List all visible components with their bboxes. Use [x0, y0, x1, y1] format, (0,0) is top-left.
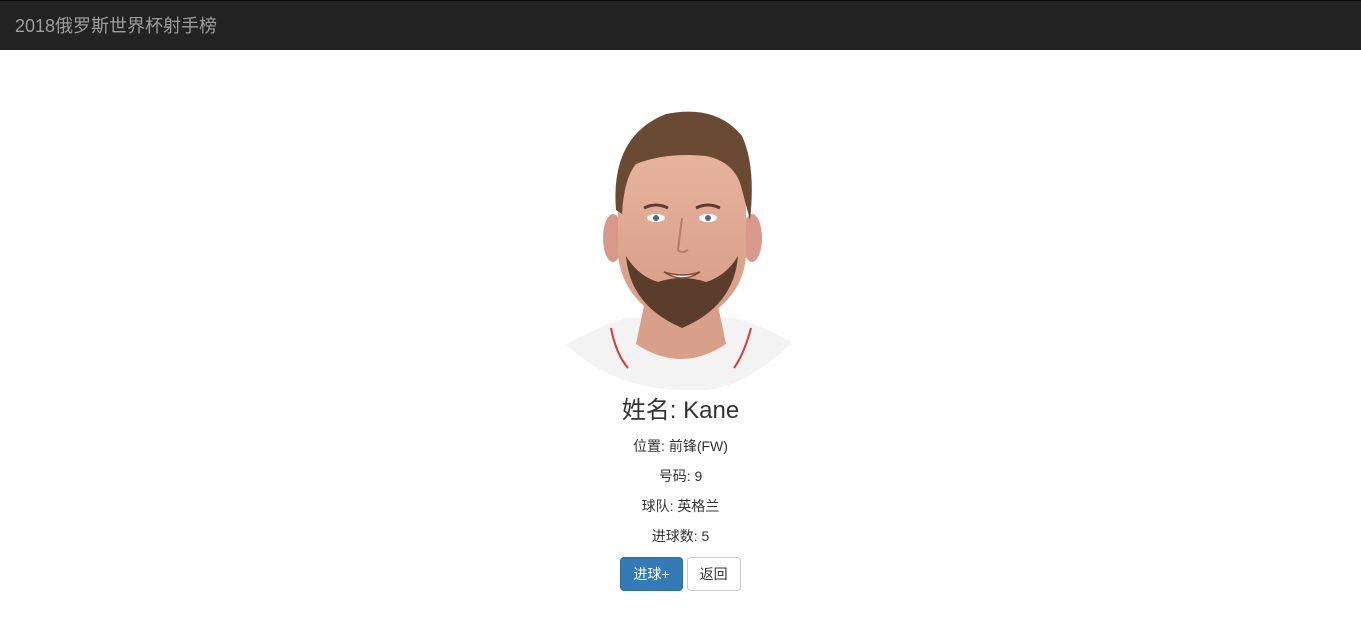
- player-number: 号码: 9: [658, 468, 703, 484]
- back-button[interactable]: 返回: [686, 557, 741, 591]
- navbar-brand[interactable]: 2018俄罗斯世界杯射手榜: [15, 14, 217, 38]
- player-name: 姓名: Kane: [621, 397, 740, 424]
- player-portrait-icon: [566, 111, 792, 391]
- player-photo: [566, 106, 796, 391]
- action-buttons: 进球+ 返回: [0, 557, 1361, 591]
- player-team: 球队: 英格兰: [641, 498, 720, 514]
- top-navbar: 2018俄罗斯世界杯射手榜: [0, 0, 1361, 50]
- player-goals: 进球数: 5: [651, 528, 710, 544]
- add-goal-button[interactable]: 进球+: [620, 557, 683, 591]
- player-position: 位置: 前锋(FW): [633, 438, 728, 454]
